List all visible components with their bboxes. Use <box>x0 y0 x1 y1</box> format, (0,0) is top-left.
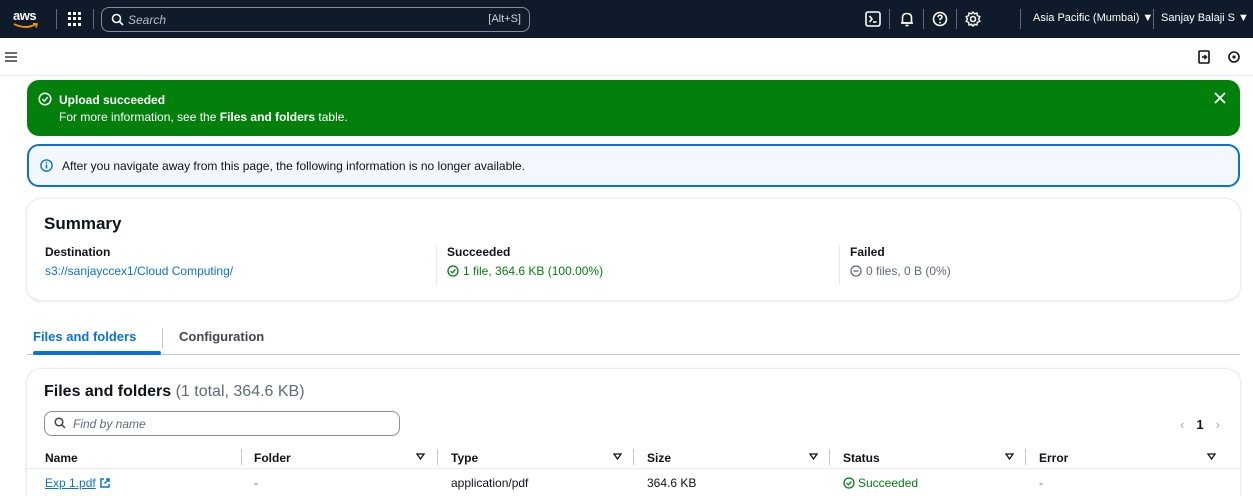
sort-caret-icon[interactable] <box>613 453 622 460</box>
destination-link[interactable]: s3://sanjayccex1/Cloud Computing/ <box>45 264 233 278</box>
table-header: Name Folder Type Size Status Error <box>27 445 1240 469</box>
column-divider <box>436 245 437 285</box>
sort-caret-icon[interactable] <box>809 453 818 460</box>
table-title: Files and folders (1 total, 364.6 KB) <box>44 383 305 401</box>
nav-divider <box>93 9 94 29</box>
user-menu[interactable]: Sanjay Balaji S ▼ <box>1161 12 1249 24</box>
file-status: Succeeded <box>843 476 918 490</box>
tab-list: Files and folders Configuration <box>27 318 1240 355</box>
search-icon <box>111 13 124 26</box>
top-navigation: aws Search [Alt+S] Asia Pacific (Mumbai)… <box>0 0 1253 38</box>
failed-column: Failed 0 files, 0 B (0%) <box>839 245 951 285</box>
destination-column: Destination s3://sanjayccex1/Cloud Compu… <box>45 245 233 278</box>
file-error: - <box>1039 476 1043 490</box>
flash-title: Upload succeeded <box>59 93 166 107</box>
failed-value: 0 files, 0 B (0%) <box>850 264 951 278</box>
failed-value-text: 0 files, 0 B (0%) <box>866 264 951 278</box>
column-header-error[interactable]: Error <box>1039 451 1068 465</box>
sort-caret-icon[interactable] <box>1005 453 1014 460</box>
file-folder: - <box>254 476 258 490</box>
pagination: ‹ 1 › <box>1180 417 1220 432</box>
cloudshell-icon[interactable] <box>864 10 882 28</box>
file-name-link[interactable]: Exp 1.pdf <box>45 476 111 490</box>
settings-gear-icon[interactable] <box>964 10 982 28</box>
services-grid-icon[interactable] <box>68 12 82 26</box>
succeeded-value-text: 1 file, 364.6 KB (100.00%) <box>463 264 604 278</box>
region-selector[interactable]: Asia Pacific (Mumbai) ▼ <box>1033 12 1153 24</box>
column-header-name[interactable]: Name <box>45 451 78 465</box>
tab-files-and-folders[interactable]: Files and folders <box>33 329 136 344</box>
column-divider <box>1025 449 1026 465</box>
success-check-circle-icon <box>843 477 855 489</box>
succeeded-column: Succeeded 1 file, 364.6 KB (100.00%) <box>436 245 603 285</box>
file-status-text: Succeeded <box>858 476 919 490</box>
nav-divider <box>1153 9 1154 29</box>
column-divider <box>437 449 438 465</box>
success-check-circle-icon <box>447 265 459 277</box>
flash-message-suffix: table. <box>315 110 348 124</box>
flash-message-prefix: For more information, see the <box>59 110 220 124</box>
notifications-bell-icon[interactable] <box>898 10 916 28</box>
nav-divider <box>1020 9 1021 29</box>
info-icon <box>40 159 53 172</box>
global-search-input[interactable]: Search [Alt+S] <box>101 7 530 32</box>
secondary-toolbar <box>0 38 1253 76</box>
file-type: application/pdf <box>451 476 529 490</box>
tab-divider <box>162 328 163 348</box>
file-size: 364.6 KB <box>647 476 697 490</box>
summary-title: Summary <box>44 214 122 233</box>
flash-message: For more information, see the Files and … <box>59 110 348 124</box>
sort-caret-icon[interactable] <box>1207 453 1216 460</box>
notifications-panel-icon[interactable] <box>1196 49 1212 65</box>
table-row: Exp 1.pdf - application/pdf 364.6 KB Suc… <box>27 470 1240 494</box>
nav-divider <box>956 9 957 29</box>
sort-caret-icon[interactable] <box>416 453 425 460</box>
search-shortcut: [Alt+S] <box>488 13 521 25</box>
destination-label: Destination <box>45 245 111 259</box>
menu-hamburger-icon[interactable] <box>5 52 17 62</box>
table-title-text: Files and folders <box>44 383 172 400</box>
column-header-type[interactable]: Type <box>451 451 478 465</box>
nav-divider <box>56 9 57 29</box>
help-icon[interactable] <box>931 10 949 28</box>
column-divider <box>829 449 830 465</box>
minus-circle-icon <box>850 265 862 277</box>
close-icon[interactable] <box>1214 92 1226 104</box>
search-placeholder: Search <box>128 13 167 27</box>
nav-divider <box>923 9 924 29</box>
next-page-icon[interactable]: › <box>1216 417 1220 432</box>
info-alert-text: After you navigate away from this page, … <box>62 159 525 173</box>
aws-logo-text: aws <box>13 8 37 23</box>
succeeded-label: Succeeded <box>447 245 511 259</box>
nav-divider <box>889 9 890 29</box>
search-icon <box>54 417 66 429</box>
files-and-folders-table: Files and folders (1 total, 364.6 KB) Fi… <box>27 369 1240 496</box>
file-name-text: Exp 1.pdf <box>45 476 96 490</box>
aws-smile-icon <box>13 23 38 28</box>
column-header-folder[interactable]: Folder <box>254 451 291 465</box>
table-count: (1 total, 364.6 KB) <box>175 383 305 400</box>
upload-success-flashbar: Upload succeeded For more information, s… <box>27 80 1240 136</box>
aws-logo[interactable]: aws <box>13 9 43 31</box>
column-header-status[interactable]: Status <box>843 451 880 465</box>
column-divider <box>241 449 242 465</box>
tab-configuration[interactable]: Configuration <box>179 329 264 344</box>
column-divider <box>633 449 634 465</box>
summary-container: Summary Destination s3://sanjayccex1/Clo… <box>27 199 1240 300</box>
success-check-circle-icon <box>38 92 52 106</box>
flash-message-bold: Files and folders <box>219 110 316 124</box>
find-by-name-input[interactable]: Find by name <box>44 411 400 436</box>
tools-panel-icon[interactable] <box>1226 49 1242 65</box>
previous-page-icon[interactable]: ‹ <box>1180 417 1184 432</box>
column-divider <box>839 245 840 285</box>
column-header-size[interactable]: Size <box>647 451 671 465</box>
active-tab-indicator <box>33 351 161 355</box>
filter-placeholder: Find by name <box>73 417 146 431</box>
failed-label: Failed <box>850 245 885 259</box>
page-number[interactable]: 1 <box>1196 417 1203 432</box>
succeeded-value: 1 file, 364.6 KB (100.00%) <box>447 264 603 278</box>
info-alert: After you navigate away from this page, … <box>27 144 1240 187</box>
external-link-icon <box>99 478 110 488</box>
